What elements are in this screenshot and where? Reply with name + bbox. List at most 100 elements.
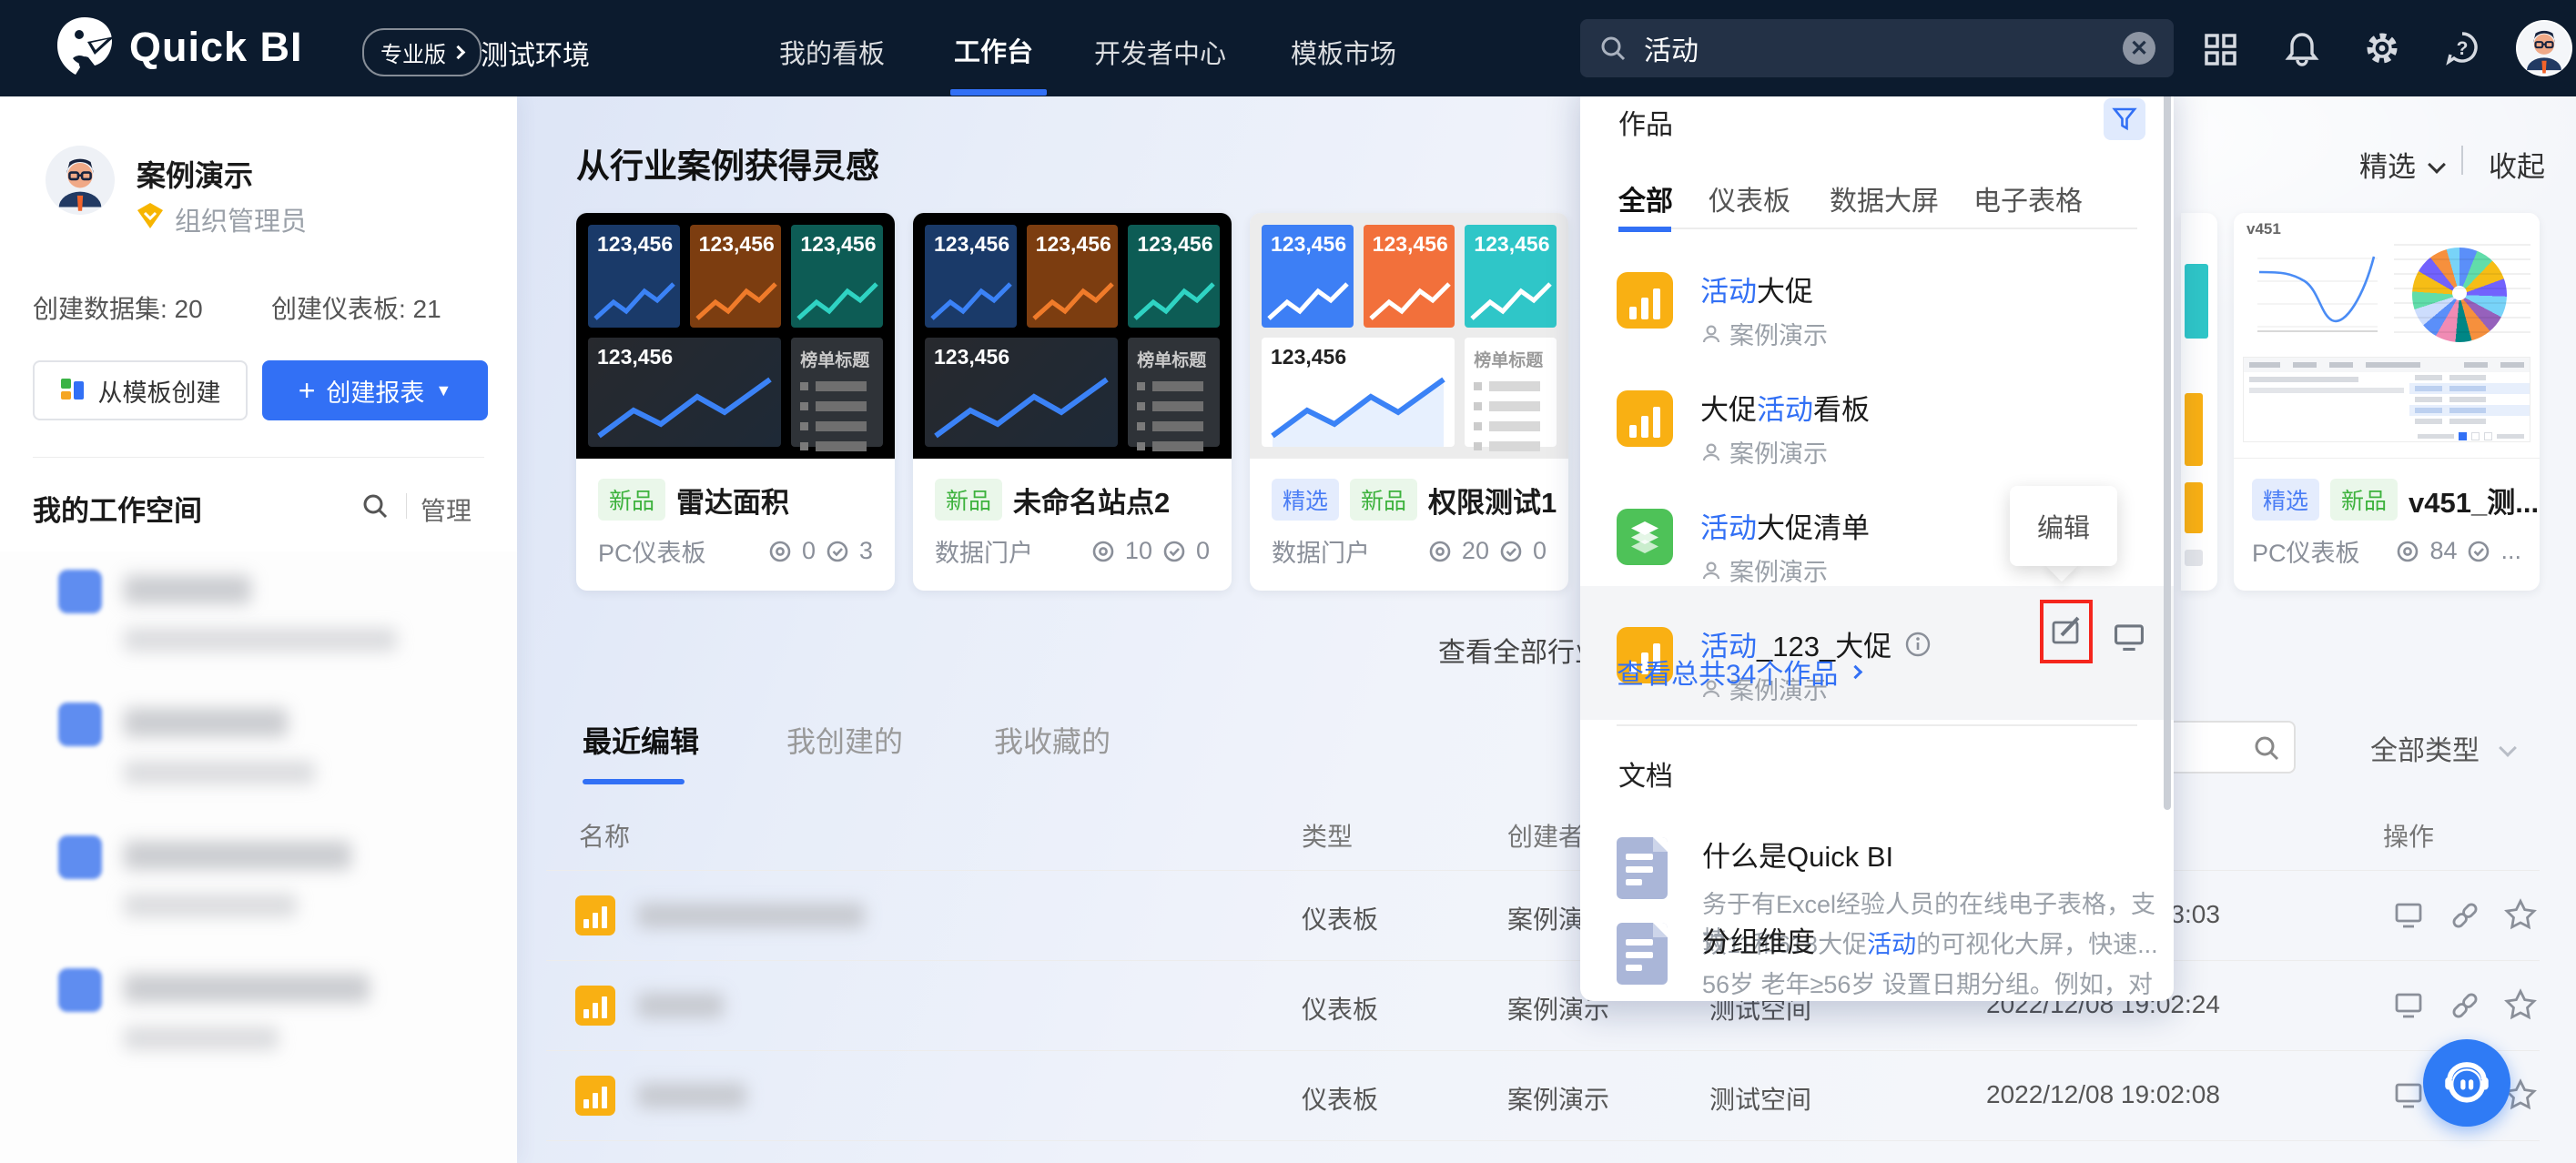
- active-tab-underline: [950, 89, 1047, 96]
- favorites-count: ...: [2500, 537, 2521, 564]
- search-input[interactable]: [1642, 32, 2108, 65]
- column-header-name[interactable]: 名称: [579, 817, 630, 854]
- list-title: 榜单标题: [1137, 351, 1207, 370]
- favorite-star-icon[interactable]: [2503, 897, 2538, 932]
- row-creator: 案例演示: [1507, 1086, 1610, 1114]
- clear-search-icon[interactable]: ✕: [2123, 32, 2155, 65]
- tag-new: 新品: [935, 479, 1003, 521]
- case-card[interactable]: 123,456 123,456 123,456 123,456: [1250, 213, 1568, 591]
- docs-section-label: 文档: [1618, 762, 1673, 792]
- blurred-text: [124, 628, 397, 652]
- workspace-search-icon[interactable]: [360, 491, 390, 521]
- open-monitor-icon[interactable]: [2392, 1079, 2425, 1112]
- tab-created-by-me[interactable]: 我创建的: [786, 719, 903, 761]
- table-row[interactable]: 仪表板 案例演示 测试空间 2022/12/08 19:02:24: [546, 960, 2540, 1050]
- row-type: 仪表板: [1302, 1086, 1379, 1114]
- nav-developer-center[interactable]: 开发者中心: [1094, 33, 1226, 71]
- collapse-link[interactable]: 收起: [2489, 144, 2545, 185]
- caret-down-icon: ▼: [435, 380, 452, 399]
- line-chart: [2257, 256, 2378, 332]
- customer-service-chat-button[interactable]: [2423, 1039, 2510, 1127]
- blurred-text: [124, 708, 288, 737]
- apps-grid-icon[interactable]: [2203, 32, 2239, 68]
- panel-tab-dashboard[interactable]: 仪表板: [1709, 178, 1790, 218]
- dropdown-scrollbar[interactable]: [2164, 86, 2171, 810]
- search-result-item[interactable]: 大促活动看板 案例演示: [1580, 374, 2174, 492]
- favorites-icon: [2466, 539, 2491, 564]
- panel-tab-data-screen[interactable]: 数据大屏: [1830, 178, 1939, 218]
- type-filter-select[interactable]: 全部类型: [2370, 728, 2517, 768]
- case-card[interactable]: 123,456 123,456 123,456 123,456: [576, 213, 895, 591]
- table-row[interactable]: 仪表板 案例演示 测试空间 2022/12/08 19:03:03: [546, 870, 2540, 960]
- open-monitor-icon[interactable]: [2392, 899, 2425, 932]
- workspace-item-icon[interactable]: [58, 703, 102, 746]
- tag-featured: 精选: [2252, 479, 2320, 521]
- tab-recently-edited[interactable]: 最近编辑: [583, 719, 699, 761]
- notifications-bell-icon[interactable]: [2283, 29, 2321, 67]
- tag-featured: 精选: [1272, 479, 1340, 521]
- thumbnail-title: v451: [2246, 220, 2281, 238]
- help-icon[interactable]: ?: [2443, 29, 2481, 67]
- blurred-text: [124, 575, 251, 604]
- share-link-icon[interactable]: [2449, 989, 2481, 1022]
- chevron-down-icon: [2428, 155, 2446, 174]
- workspace-item-icon[interactable]: [58, 835, 102, 879]
- person-icon: [1700, 323, 1722, 345]
- active-tab-underline: [583, 779, 685, 784]
- edit-icon[interactable]: [2048, 613, 2084, 650]
- nav-template-market[interactable]: 模板市场: [1291, 33, 1396, 71]
- favorites-count: 3: [858, 537, 873, 564]
- workspace-title: 我的工作空间: [33, 495, 202, 527]
- panel-tab-spreadsheet[interactable]: 电子表格: [1973, 178, 2083, 218]
- preview-monitor-icon[interactable]: [2111, 618, 2147, 654]
- dashboard-icon: [575, 1076, 615, 1116]
- workspace-item-icon[interactable]: [58, 968, 102, 1012]
- info-icon[interactable]: [1904, 631, 1932, 658]
- views-icon: [1090, 539, 1116, 564]
- panel-tab-all[interactable]: 全部: [1618, 178, 1673, 218]
- case-card[interactable]: v451 精选 新品 v451_测... PC仪表板 84 ...: [2234, 213, 2540, 591]
- document-icon: [1617, 837, 1668, 899]
- dashboard-icon: [1617, 272, 1673, 329]
- row-type: 仪表板: [1302, 905, 1379, 934]
- blurred-text: [124, 841, 351, 870]
- filter-button[interactable]: [2104, 98, 2145, 140]
- row-time: 2022/12/08 19:02:08: [1986, 1080, 2220, 1108]
- search-result-item[interactable]: 活动大促 案例演示: [1580, 256, 2174, 374]
- quickbi-logo-icon[interactable]: [51, 15, 118, 82]
- column-header-type[interactable]: 类型: [1302, 817, 1353, 854]
- create-report-button[interactable]: + 创建报表 ▼: [262, 360, 488, 420]
- search-icon: [2252, 733, 2281, 763]
- column-header-creator[interactable]: 创建者: [1507, 817, 1584, 854]
- edition-badge[interactable]: 专业版: [362, 28, 482, 76]
- nav-my-boards[interactable]: 我的看板: [779, 33, 885, 71]
- dashboard-icon: [575, 895, 615, 935]
- view-all-works-link[interactable]: 查看总共34个作品: [1617, 652, 1863, 692]
- top-navbar: Quick BI 专业版 测试环境 我的看板 工作台 开发者中心 模板市场 ✕ …: [0, 0, 2576, 96]
- role-badge-icon: [137, 202, 164, 229]
- vertical-divider: [2461, 146, 2463, 175]
- blurred-text: [124, 1026, 279, 1050]
- featured-filter-select[interactable]: 精选: [2359, 144, 2446, 185]
- vertical-divider: [406, 493, 407, 519]
- sidebar-avatar: [46, 146, 115, 215]
- settings-gear-icon[interactable]: [2363, 29, 2401, 67]
- share-link-icon[interactable]: [2449, 899, 2481, 932]
- user-avatar[interactable]: [2516, 20, 2572, 76]
- views-count: 10: [1124, 537, 1152, 564]
- environment-name[interactable]: 测试环境: [481, 33, 590, 73]
- tab-my-favorites[interactable]: 我收藏的: [994, 719, 1111, 761]
- card-name: v451_测...: [2409, 486, 2540, 519]
- table-row[interactable]: 仪表板 案例演示 测试空间 2022/12/08 19:02:08: [546, 1050, 2540, 1140]
- nav-workbench[interactable]: 工作台: [954, 31, 1033, 69]
- favorite-star-icon[interactable]: [2503, 987, 2538, 1022]
- global-search-box[interactable]: ✕: [1580, 19, 2174, 77]
- row-space: 测试空间: [1709, 1086, 1812, 1114]
- workspace-manage-link[interactable]: 管理: [421, 491, 472, 528]
- case-card[interactable]: 123,456 123,456 123,456 123,456: [913, 213, 1232, 591]
- views-count: 0: [801, 537, 816, 564]
- open-monitor-icon[interactable]: [2392, 989, 2425, 1022]
- workspace-item-icon[interactable]: [58, 570, 102, 613]
- doc-result-item[interactable]: 分组维度 56岁 老年≥56岁 设置日期分组。例如，对日 期字段分组，划分活动阶…: [1580, 914, 2174, 1001]
- create-from-template-button[interactable]: 从模板创建: [33, 360, 248, 420]
